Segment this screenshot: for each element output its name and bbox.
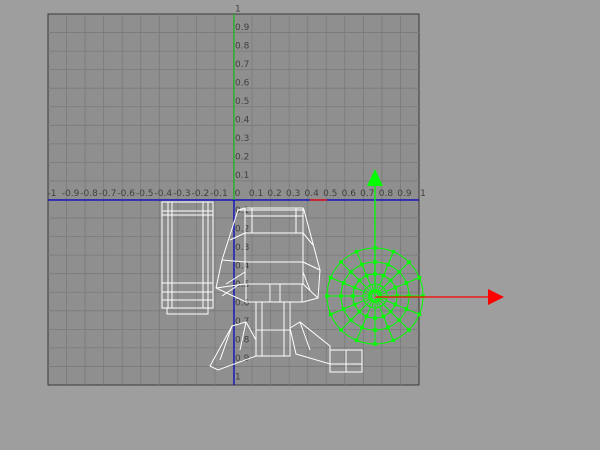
x-tick-label: -0.1 — [210, 189, 228, 199]
disc-vertex[interactable] — [407, 328, 411, 332]
disc-vertex[interactable] — [351, 294, 355, 298]
x-tick-label: -0.5 — [136, 189, 154, 199]
y-tick-label-up: 0.9 — [235, 23, 250, 33]
disc-vertex[interactable] — [349, 318, 353, 322]
y-tick-label-up: 0.5 — [235, 97, 249, 107]
y-tick-label-up: 1 — [235, 5, 241, 15]
x-tick-label: 0.5 — [323, 189, 337, 199]
y-tick-label-down: 1 — [235, 373, 241, 383]
disc-vertex[interactable] — [352, 302, 357, 307]
y-tick-label-up: 0.8 — [235, 42, 250, 52]
disc-vertex[interactable] — [349, 270, 353, 274]
disc-vertex[interactable] — [397, 318, 401, 322]
y-tick-label-down: 0.4 — [235, 262, 250, 272]
disc-vertex[interactable] — [352, 285, 357, 290]
disc-vertex[interactable] — [325, 294, 329, 298]
x-tick-label: -0.2 — [192, 189, 210, 199]
disc-vertex[interactable] — [393, 302, 398, 307]
x-tick-label: 0.9 — [397, 189, 412, 199]
disc-vertex[interactable] — [373, 328, 377, 332]
disc-vertex[interactable] — [357, 278, 362, 283]
disc-vertex[interactable] — [373, 316, 377, 320]
disc-vertex[interactable] — [364, 273, 369, 278]
disc-vertex[interactable] — [386, 262, 390, 267]
gizmo-x-arrow-icon[interactable] — [488, 289, 504, 305]
disc-vertex[interactable] — [339, 260, 343, 264]
x-tick-label: -1 — [48, 189, 57, 199]
y-tick-label-down: 0.3 — [235, 243, 249, 253]
x-tick-label: -0.9 — [62, 189, 80, 199]
x-tick-label: -0.7 — [99, 189, 117, 199]
x-tick-label: -0.4 — [155, 189, 173, 199]
disc-vertex[interactable] — [391, 338, 396, 343]
disc-vertex[interactable] — [391, 249, 396, 254]
x-tick-label: -0.3 — [173, 189, 191, 199]
disc-vertex[interactable] — [388, 309, 393, 314]
disc-vertex[interactable] — [393, 285, 398, 290]
uv-editor-viewport[interactable]: -1 -0.9 -0.8 -0.7 -0.6 -0.5 -0.4 -0.3 -0.2 -0.1 0 0… — [0, 0, 600, 450]
x-tick-labels: -1 -0.9 -0.8 -0.7 -0.6 -0.5 -0.4 -0.3 -0.2 -0.1 0 0… — [48, 189, 426, 199]
disc-vertex[interactable] — [407, 260, 411, 264]
disc-vertex[interactable] — [381, 314, 386, 319]
x-tick-label: 0 — [235, 189, 241, 199]
disc-vertex[interactable] — [339, 328, 343, 332]
disc-vertex[interactable] — [339, 294, 343, 298]
disc-vertex[interactable] — [404, 281, 409, 285]
disc-vertex[interactable] — [417, 312, 422, 317]
y-tick-label-down: 0.7 — [235, 317, 249, 327]
disc-vertex[interactable] — [341, 281, 346, 285]
x-tick-label: 0.8 — [379, 189, 394, 199]
disc-vertex[interactable] — [341, 307, 346, 311]
x-tick-label: 0.4 — [305, 189, 320, 199]
disc-vertex[interactable] — [386, 325, 390, 330]
x-tick-label: 0.3 — [286, 189, 300, 199]
x-tick-label: -0.8 — [80, 189, 98, 199]
disc-vertex[interactable] — [354, 249, 359, 254]
y-tick-label-up: 0.3 — [235, 134, 249, 144]
disc-vertex[interactable] — [360, 262, 364, 267]
disc-vertex[interactable] — [357, 309, 362, 314]
x-tick-label: 0.2 — [267, 189, 281, 199]
y-tick-label-up: 0.4 — [235, 116, 250, 126]
y-tick-label-up: 0.6 — [235, 79, 250, 89]
x-tick-label: 0.1 — [249, 189, 263, 199]
x-tick-label: 0.6 — [342, 189, 357, 199]
disc-vertex[interactable] — [364, 314, 369, 319]
disc-vertex[interactable] — [381, 273, 386, 278]
x-tick-label: 1 — [420, 189, 426, 199]
disc-vertex[interactable] — [397, 270, 401, 274]
disc-vertex[interactable] — [404, 307, 409, 311]
disc-vertex[interactable] — [360, 325, 364, 330]
disc-vertex[interactable] — [354, 338, 359, 343]
disc-vertex[interactable] — [388, 278, 393, 283]
x-tick-label: -0.6 — [117, 189, 135, 199]
disc-vertex[interactable] — [328, 312, 333, 317]
y-tick-label-up: 0.2 — [235, 153, 249, 163]
y-tick-label-up: 0.1 — [235, 171, 249, 181]
y-tick-label-up: 0.7 — [235, 60, 249, 70]
disc-vertex[interactable] — [328, 275, 333, 280]
disc-vertex[interactable] — [373, 342, 377, 346]
x-tick-label: 0.7 — [360, 189, 374, 199]
disc-vertex[interactable] — [417, 275, 422, 280]
